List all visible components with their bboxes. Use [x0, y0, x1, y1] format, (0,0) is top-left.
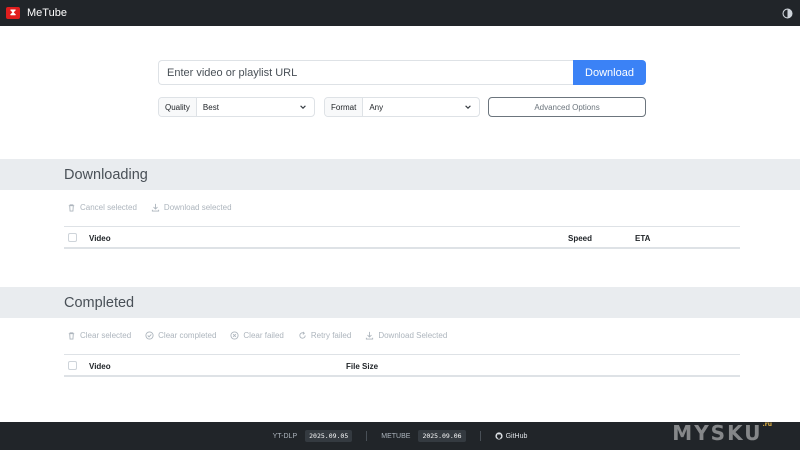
- column-file-size: File Size: [346, 362, 379, 371]
- trash-icon: [68, 332, 75, 340]
- format-selected-value: Any: [369, 102, 384, 112]
- navbar: ⧗ MeTube: [0, 0, 800, 26]
- retry-failed-button[interactable]: Retry failed: [298, 331, 351, 340]
- clear-failed-label: Clear failed: [243, 331, 284, 340]
- format-value[interactable]: Any: [363, 98, 479, 116]
- select-all-checkbox[interactable]: [68, 233, 77, 242]
- clear-failed-button[interactable]: Clear failed: [230, 331, 284, 340]
- advanced-options-button[interactable]: Advanced Options: [488, 97, 646, 117]
- brand-title[interactable]: MeTube: [27, 7, 67, 19]
- format-label: Format: [325, 98, 364, 116]
- completed-toolbar: Clear selected Clear completed Clear fai…: [67, 331, 447, 340]
- metube-version: 2025.09.06: [418, 430, 466, 442]
- clear-selected-label: Clear selected: [80, 331, 132, 340]
- theme-toggle-icon[interactable]: [780, 6, 794, 20]
- download-selected-completed-label: Download Selected: [378, 331, 448, 340]
- download-selected-button[interactable]: Download selected: [151, 203, 232, 212]
- chevron-down-icon: [463, 102, 473, 112]
- metube-label: METUBE: [381, 432, 411, 440]
- chevron-down-icon: [298, 102, 308, 112]
- download-icon: [366, 331, 374, 340]
- downloading-table-header: Video Speed ETA: [64, 226, 740, 249]
- download-selected-completed-button[interactable]: Download Selected: [365, 331, 447, 340]
- url-input-group: Download: [158, 60, 646, 85]
- metube-logo-icon: ⧗: [6, 7, 20, 19]
- quality-label: Quality: [159, 98, 197, 116]
- completed-section-header: Completed: [0, 287, 800, 318]
- ytdlp-label: YT-DLP: [272, 432, 298, 440]
- retry-failed-label: Retry failed: [310, 331, 352, 340]
- quality-select[interactable]: Quality Best: [158, 97, 315, 117]
- ytdlp-version: 2025.09.05: [305, 430, 353, 442]
- clear-selected-button[interactable]: Clear selected: [67, 331, 131, 340]
- column-video: Video: [89, 362, 111, 371]
- retry-icon: [299, 331, 306, 339]
- github-label: GitHub: [505, 432, 528, 440]
- check-circle-icon: [145, 331, 154, 340]
- downloading-title: Downloading: [64, 166, 148, 183]
- x-circle-icon: [230, 331, 239, 340]
- trash-icon: [68, 204, 75, 212]
- quality-value[interactable]: Best: [197, 98, 314, 116]
- format-select[interactable]: Format Any: [324, 97, 480, 117]
- column-video: Video: [89, 234, 111, 243]
- clear-completed-button[interactable]: Clear completed: [145, 331, 216, 340]
- clear-completed-label: Clear completed: [158, 331, 217, 340]
- select-all-checkbox[interactable]: [68, 361, 77, 370]
- download-icon: [151, 203, 160, 212]
- github-icon: [494, 432, 503, 440]
- watermark: MYSKU.ru: [672, 421, 772, 445]
- cancel-selected-button[interactable]: Cancel selected: [67, 203, 137, 212]
- column-eta: ETA: [635, 234, 651, 243]
- downloading-section-header: Downloading: [0, 159, 800, 190]
- download-selected-label: Download selected: [163, 203, 232, 212]
- footer-divider: [366, 431, 368, 441]
- quality-selected-value: Best: [202, 102, 219, 112]
- completed-title: Completed: [64, 294, 135, 311]
- url-input[interactable]: [158, 60, 573, 85]
- downloading-toolbar: Cancel selected Download selected: [67, 203, 232, 212]
- footer-divider: [479, 431, 481, 441]
- cancel-selected-label: Cancel selected: [80, 203, 137, 212]
- column-speed: Speed: [568, 234, 593, 243]
- download-button[interactable]: Download: [573, 60, 646, 85]
- github-link[interactable]: GitHub: [494, 432, 528, 440]
- completed-table-header: Video File Size: [64, 354, 740, 377]
